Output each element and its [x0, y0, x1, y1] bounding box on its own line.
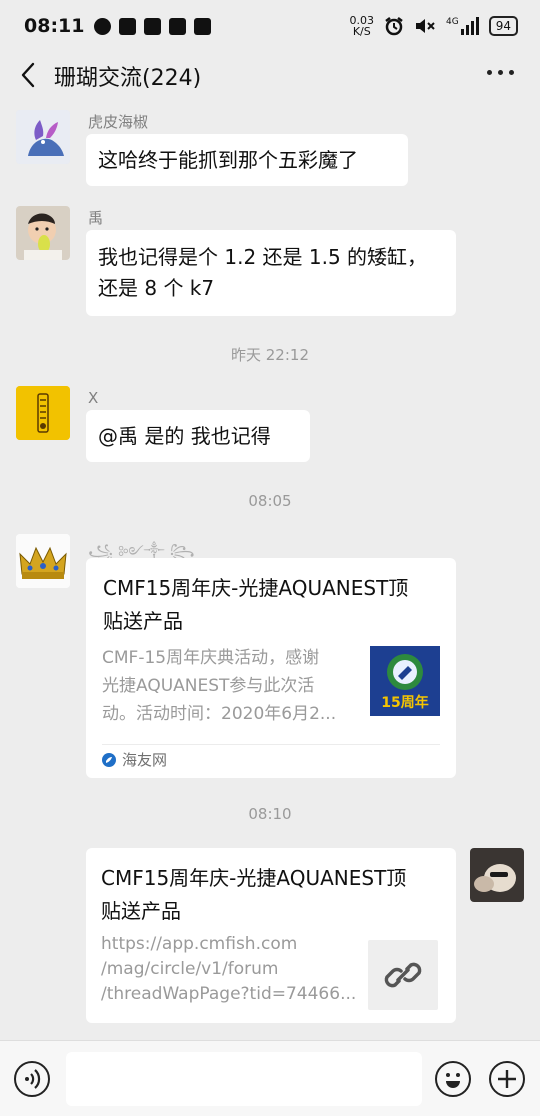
plus-icon: [498, 1070, 516, 1088]
chat-title: 珊瑚交流(224): [54, 66, 202, 91]
timestamp: 08:05: [248, 492, 292, 510]
more-options-icon[interactable]: [487, 70, 514, 75]
status-bar: 08:11 0.03 K/S 4G 94: [0, 0, 540, 52]
more-functions-button[interactable]: [489, 1061, 525, 1097]
avatar[interactable]: [16, 386, 70, 440]
notification-news-icon: [144, 17, 162, 35]
signal-indicator: 4G: [446, 17, 479, 35]
avatar[interactable]: [16, 206, 70, 260]
network-speed-unit: K/S: [352, 25, 371, 38]
emoji-button[interactable]: [435, 1061, 471, 1097]
message-line: 还是 8 个 k7: [98, 276, 215, 300]
card-desc-line: CMF-15周年庆典活动，感谢: [102, 648, 320, 668]
thumbnail-caption: 15周年: [381, 695, 429, 711]
timestamp: 08:10: [248, 805, 292, 823]
card-title-line: 贴送产品: [103, 609, 183, 633]
card-desc-line: 光捷AQUANEST参与此次活: [102, 676, 315, 696]
link-icon: [384, 962, 422, 988]
dragon-avatar-icon: [16, 110, 70, 164]
my-avatar[interactable]: [470, 848, 524, 902]
card-thumbnail: 15周年: [370, 646, 440, 716]
sender-name: 禹: [88, 209, 104, 227]
message-bubble[interactable]: @禹 是的 我也记得: [86, 410, 310, 462]
card-title: CMF15周年庆-光捷AQUANEST顶 贴送产品: [103, 572, 443, 638]
photo-avatar-icon: [470, 848, 524, 902]
avatar[interactable]: [16, 110, 70, 164]
sender-name: X: [88, 389, 99, 407]
link-thumbnail: [368, 940, 438, 1010]
link-card[interactable]: CMF15周年庆-光捷AQUANEST顶 贴送产品 CMF-15周年庆典活动，感…: [86, 558, 456, 778]
mute-icon: [416, 19, 435, 33]
card-title-line: CMF15周年庆-光捷AQUANEST顶: [101, 866, 407, 890]
alarm-icon: [385, 17, 403, 36]
input-bar: [0, 1040, 540, 1116]
sent-link-card[interactable]: CMF15周年庆-光捷AQUANEST顶 贴送产品 https://app.cm…: [86, 848, 456, 1023]
card-desc-line: /threadWapPage?tid=74466...: [101, 984, 357, 1004]
status-time: 08:11: [24, 15, 85, 37]
network-speed: 0.03 K/S: [350, 15, 375, 37]
message-bubble[interactable]: 这哈终于能抓到那个五彩魔了: [86, 134, 408, 186]
seal-avatar-icon: [16, 386, 70, 440]
avatar[interactable]: [16, 534, 70, 588]
signal-label: 4G: [446, 17, 459, 27]
notification-hash-icon: [119, 17, 137, 35]
voice-icon: [25, 1069, 41, 1089]
card-title: CMF15周年庆-光捷AQUANEST顶 贴送产品: [101, 862, 441, 928]
message-line: 我也记得是个 1.2 还是 1.5 的矮缸，: [98, 245, 428, 269]
timestamp: 昨天 22:12: [231, 346, 309, 364]
notification-icons: [94, 17, 212, 35]
card-source-name: 海友网: [122, 751, 168, 769]
card-desc-line: 动。活动时间：2020年6月2...: [102, 704, 337, 724]
emoji-icon: [446, 1073, 460, 1088]
message-input[interactable]: [66, 1052, 422, 1106]
crown-avatar-icon: [16, 534, 70, 588]
baby-avatar-icon: [16, 206, 70, 260]
notification-list-icon: [194, 17, 212, 35]
status-right: 0.03 K/S 4G 94: [350, 15, 518, 37]
battery-indicator: 94: [488, 16, 518, 36]
voice-input-button[interactable]: [14, 1061, 50, 1097]
card-divider: [102, 744, 440, 745]
notification-app-icon: [169, 17, 187, 35]
card-title-line: CMF15周年庆-光捷AQUANEST顶: [103, 576, 409, 600]
card-desc-line: https://app.cmfish.com: [101, 934, 298, 954]
message-bubble[interactable]: 我也记得是个 1.2 还是 1.5 的矮缸， 还是 8 个 k7: [86, 230, 456, 316]
chat-header: 珊瑚交流(224): [0, 52, 540, 98]
card-description: CMF-15周年庆典活动，感谢 光捷AQUANEST参与此次活 动。活动时间：2…: [102, 644, 356, 728]
sender-name: 虎皮海椒: [88, 113, 149, 131]
source-app-icon: [102, 752, 116, 767]
card-title-line: 贴送产品: [101, 899, 181, 923]
notification-bubble-icon: [94, 17, 112, 35]
card-source: 海友网: [102, 749, 167, 770]
back-arrow-icon[interactable]: [16, 61, 42, 89]
card-description: https://app.cmfish.com /mag/circle/v1/fo…: [101, 932, 357, 1007]
message-list[interactable]: 虎皮海椒 这哈终于能抓到那个五彩魔了 禹 我也记得是个 1.2 还是 1.5 的…: [0, 98, 540, 1040]
card-desc-line: /mag/circle/v1/forum: [101, 959, 279, 979]
